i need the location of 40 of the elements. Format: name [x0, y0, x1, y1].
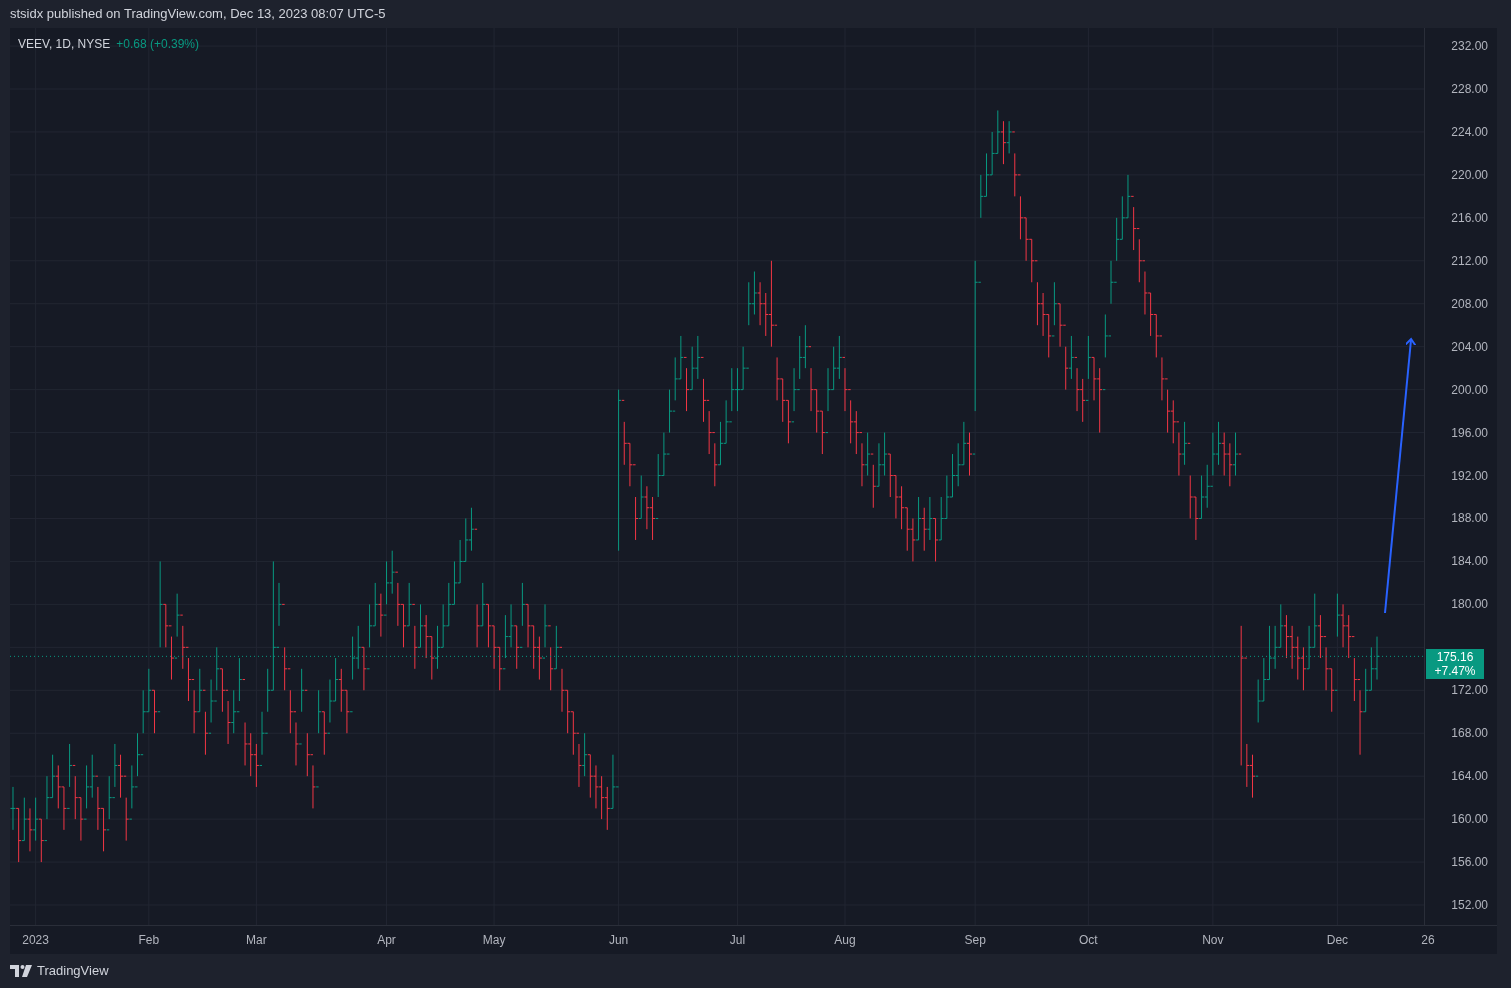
price-tick-label: 196.00: [1451, 425, 1488, 440]
date-tick-label: Mar: [246, 933, 267, 947]
price-tick-label: 208.00: [1451, 296, 1488, 311]
price-tick-label: 220.00: [1451, 167, 1488, 182]
date-tick-label: Jun: [608, 933, 629, 947]
date-tick-label: Aug: [834, 933, 856, 947]
price-tick-label: 212.00: [1451, 253, 1488, 268]
price-tick-label: 156.00: [1451, 855, 1488, 870]
price-tick-label: 224.00: [1451, 124, 1488, 139]
publisher-caption: stsidx published on TradingView.com, Dec 13, 2023 08:07 UTC-5: [10, 5, 386, 24]
date-tick-label: Apr: [377, 933, 396, 947]
tradingview-logo-icon: [10, 965, 32, 977]
date-tick-label: Sep: [964, 933, 986, 947]
price-tick-label: 152.00: [1451, 898, 1488, 912]
price-tick-label: 232.00: [1451, 39, 1488, 54]
price-tick-label: 204.00: [1451, 339, 1488, 354]
price-tick-label: 228.00: [1451, 82, 1488, 96]
date-tick-label: 2023: [22, 933, 49, 947]
price-tick-label: 192.00: [1451, 468, 1488, 483]
date-tick-label: Feb: [138, 933, 160, 947]
price-tick-label: 200.00: [1451, 382, 1488, 397]
date-tick-label: Oct: [1079, 933, 1098, 947]
price-tick-label: 168.00: [1451, 726, 1488, 741]
date-tick-label: Jul: [729, 933, 746, 947]
date-tick-label: Dec: [1326, 933, 1349, 947]
price-tick-label: 160.00: [1451, 812, 1488, 827]
date-tick-label: 26: [1421, 933, 1435, 947]
change-value: +0.68 (+0.39%): [116, 36, 199, 53]
brand-name: TradingView: [37, 962, 109, 981]
price-tick-label: 180.00: [1451, 597, 1488, 612]
last-change: +7.47%: [1434, 664, 1476, 679]
price-tick-label: 164.00: [1451, 769, 1488, 784]
price-tick-label: 184.00: [1451, 554, 1488, 569]
last-price: 175.16: [1436, 650, 1474, 665]
date-tick-label: Nov: [1202, 933, 1224, 947]
price-tick-label: 172.00: [1451, 683, 1488, 698]
price-tick-label: 216.00: [1451, 210, 1488, 225]
date-tick-label: May: [482, 933, 506, 947]
symbol-label: VEEV, 1D, NYSE: [18, 36, 111, 53]
price-tick-label: 188.00: [1451, 511, 1488, 526]
